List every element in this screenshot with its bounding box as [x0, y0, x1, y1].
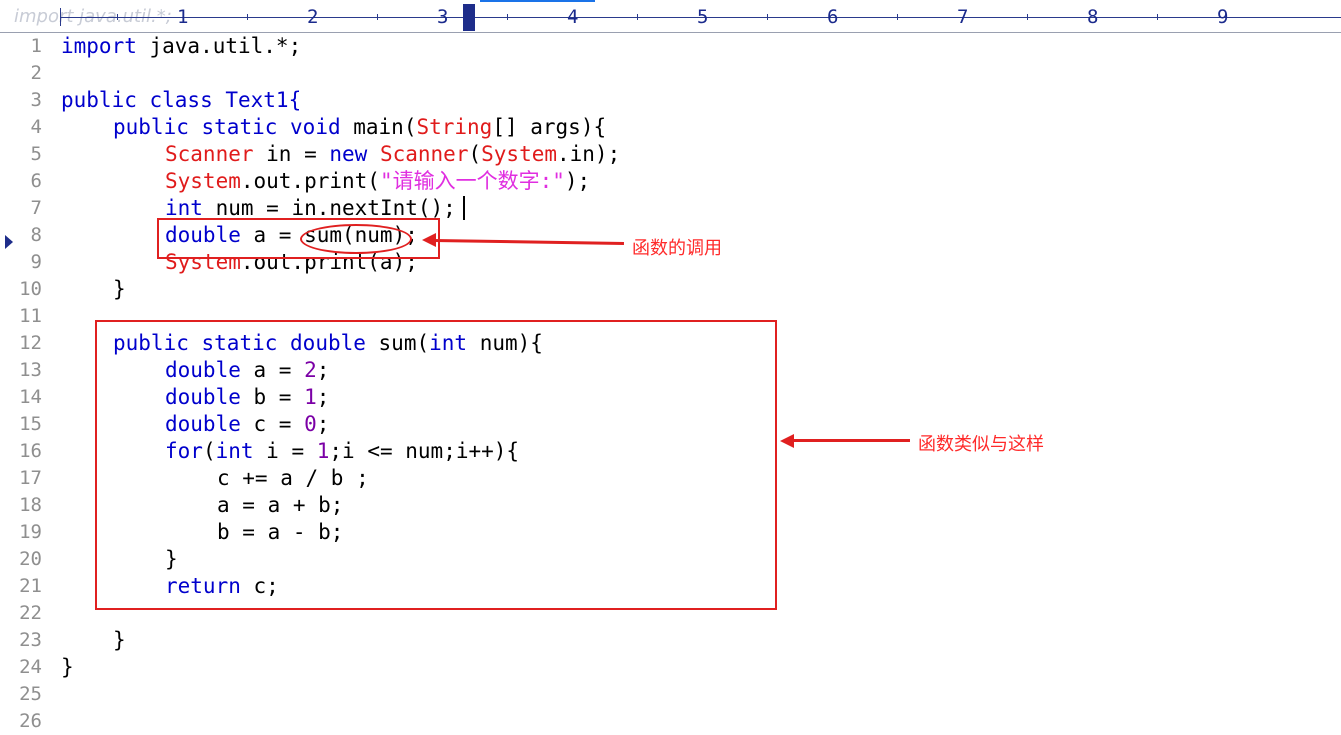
- code-line-10: }: [113, 276, 126, 303]
- type-token: Scanner: [165, 142, 254, 166]
- code-token: in =: [253, 142, 330, 166]
- line-number: 6: [30, 170, 42, 192]
- string-token: "请输入一个数字:": [379, 169, 565, 193]
- ruler-tick: [897, 14, 898, 20]
- keyword-token: public: [113, 115, 189, 139]
- line-number: 13: [19, 359, 42, 381]
- line-number: 23: [19, 629, 42, 651]
- column-ruler[interactable]: import java.util.*; 123456789: [0, 0, 1341, 33]
- line-number: 8: [30, 224, 42, 246]
- function-note: 函数类似与这样: [918, 434, 1044, 455]
- ruler-number: 3: [437, 6, 449, 28]
- ruler-cursor-column-marker: [463, 4, 475, 31]
- ruler-tick: [507, 14, 508, 20]
- text-cursor: [463, 196, 465, 220]
- ruler-number: 9: [1217, 6, 1229, 28]
- line-number: 7: [30, 197, 42, 219]
- type-token: System: [481, 142, 557, 166]
- line-number: 17: [19, 467, 42, 489]
- code-token: }: [113, 628, 126, 652]
- line-number: 20: [19, 548, 42, 570]
- ruler-number: 5: [697, 6, 709, 28]
- call-highlight-oval: [300, 224, 412, 254]
- code-line-24: }: [61, 654, 74, 681]
- ruler-number: 1: [177, 6, 189, 28]
- line-number: 10: [19, 278, 42, 300]
- code-line-3: public class Text1{: [61, 87, 301, 114]
- code-token: }: [61, 655, 74, 679]
- ruler-number: 6: [827, 6, 839, 28]
- ruler-number: 7: [957, 6, 969, 28]
- keyword-token: int: [165, 196, 203, 220]
- code-token: (: [468, 142, 482, 166]
- type-token: Scanner: [379, 142, 469, 166]
- line-number: 15: [19, 413, 42, 435]
- line-number: 14: [19, 386, 42, 408]
- code-line-6: System.out.print("请输入一个数字:");: [165, 168, 590, 195]
- type-token: System: [165, 169, 241, 193]
- code-token: );: [564, 169, 591, 193]
- keyword-token: void: [290, 115, 341, 139]
- code-token: .in);: [557, 142, 621, 166]
- function-highlight-box: [95, 320, 777, 610]
- line-number: 25: [19, 683, 42, 705]
- code-token: [] args){: [492, 115, 607, 139]
- code-line-23: }: [113, 627, 126, 654]
- ruler-tick: [1027, 14, 1028, 20]
- code-line-4: public static void main(String[] args){: [113, 114, 606, 141]
- code-line-5: Scanner in = new Scanner(System.in);: [165, 141, 620, 168]
- line-number: 22: [19, 602, 42, 624]
- keyword-token: import: [61, 34, 137, 58]
- line-number: 3: [30, 89, 42, 111]
- code-token: .out.print(: [240, 169, 380, 193]
- line-number: 11: [19, 305, 42, 327]
- code-token: }: [113, 277, 126, 301]
- line-number: 26: [19, 710, 42, 732]
- line-number: 24: [19, 656, 42, 678]
- code-token: main(: [340, 115, 417, 139]
- ruler-left-margin-marker[interactable]: [60, 8, 61, 26]
- line-number: 16: [19, 440, 42, 462]
- line-number: 18: [19, 494, 42, 516]
- ruler-tick: [247, 14, 248, 20]
- ruler-tick: [637, 14, 638, 20]
- ruler-tick: [767, 14, 768, 20]
- keyword-token: static: [201, 115, 278, 139]
- line-number: 12: [19, 332, 42, 354]
- ruler-highlight-strip: [480, 0, 595, 2]
- type-token: String: [416, 115, 493, 139]
- code-token: java.util.*;: [136, 34, 302, 58]
- line-number: 4: [30, 116, 42, 138]
- code-line-1: import java.util.*;: [61, 33, 301, 60]
- line-number: 1: [30, 35, 42, 57]
- line-number: 21: [19, 575, 42, 597]
- call-note: 函数的调用: [632, 238, 722, 259]
- function-arrow-line: [792, 439, 910, 442]
- class-declaration: public class Text1{: [61, 88, 302, 112]
- line-number: 9: [30, 251, 42, 273]
- ruler-number: 2: [307, 6, 319, 28]
- keyword-token: new: [329, 142, 368, 166]
- line-number-gutter[interactable]: 1 2 3 4 5 6 7 8 9 10 11 12 13 14 15 16 17 18 19 20 21 22 23 24 2…: [0, 33, 52, 732]
- ruler-tick: [1157, 14, 1158, 20]
- line-number: 19: [19, 521, 42, 543]
- line-number: 2: [30, 62, 42, 84]
- ruler-tick: [117, 14, 118, 20]
- code-token: num = in.nextInt();: [202, 196, 456, 220]
- ruler-tick: [377, 14, 378, 20]
- ruler-number: 4: [567, 6, 579, 28]
- ruler-number: 8: [1087, 6, 1099, 28]
- line-number: 5: [30, 143, 42, 165]
